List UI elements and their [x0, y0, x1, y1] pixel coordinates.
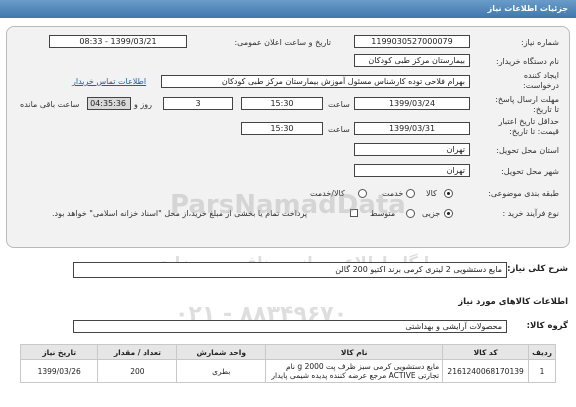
deadline-time-field[interactable]: 15:30	[241, 97, 323, 110]
goods-group-field[interactable]: محصولات آرایشی و بهداشتی	[73, 320, 507, 333]
remaining-label: ساعت باقی مانده	[20, 100, 80, 109]
process-label: نوع فرآیند خرید :	[502, 209, 559, 218]
process-minor-radio[interactable]	[444, 209, 453, 218]
page-title: جزئیات اطلاعات نیاز	[487, 4, 568, 13]
city-field[interactable]: تهران	[354, 164, 470, 177]
process-medium-label: متوسط	[370, 209, 396, 218]
summary-label: شرح کلی نیاز:	[507, 264, 568, 274]
treasury-checkbox[interactable]	[350, 209, 358, 217]
category-goods-service-label: کالا/خدمت	[310, 189, 345, 198]
validity-time-field[interactable]: 15:30	[241, 122, 323, 135]
table-header-row: ردیف کد کالا نام کالا واحد شمارش تعداد /…	[19, 344, 556, 360]
deadline-label: مهلت ارسال پاسخ: تا تاریخ:	[495, 95, 559, 114]
days-field[interactable]: 3	[163, 97, 233, 110]
category-label: طبقه بندی موضوعی:	[488, 189, 559, 198]
announce-label: تاریخ و ساعت اعلان عمومی:	[234, 38, 331, 47]
creator-field[interactable]: بهرام فلاحی توده کارشناس مسئول آموزش بیم…	[161, 75, 470, 88]
announce-field[interactable]: 1399/03/21 - 08:33	[49, 35, 187, 48]
validity-time-label: ساعت	[328, 125, 350, 134]
goods-info-title: اطلاعات کالاهای مورد نیاز	[458, 297, 568, 307]
validity-date-field[interactable]: 1399/03/31	[354, 122, 470, 135]
col-code: کد کالا	[442, 344, 530, 360]
province-field[interactable]: تهران	[354, 143, 470, 156]
buyer-contact-link[interactable]: اطلاعات تماس خریدار	[72, 77, 146, 86]
deadline-date-field[interactable]: 1399/03/24	[354, 97, 470, 110]
category-service-radio[interactable]	[406, 189, 415, 198]
category-goods-label: کالا	[426, 189, 437, 198]
cell-row: 1	[528, 359, 556, 383]
table-row[interactable]: 1 2161240068170139 مایع دستشویی کرمی سبز…	[19, 359, 556, 383]
category-goods-radio[interactable]	[444, 189, 453, 198]
items-table: ردیف کد کالا نام کالا واحد شمارش تعداد /…	[19, 344, 556, 383]
city-label: شهر محل تحویل:	[501, 167, 559, 176]
validity-label: حداقل تاریخ اعتبار قیمت: تا تاریخ:	[498, 117, 559, 136]
cell-unit: بطری	[176, 359, 267, 383]
process-minor-label: جزیی	[422, 209, 441, 218]
buyer-field[interactable]: بیمارستان مرکز طبی کودکان	[354, 54, 470, 67]
category-goods-service-radio[interactable]	[358, 189, 367, 198]
cell-date: 1399/03/26	[19, 359, 99, 383]
need-number-field[interactable]: 1199030527000079	[354, 35, 470, 48]
summary-field[interactable]: مایع دستشویی 2 لیتری کرمی برند اکتیو 200…	[73, 262, 507, 278]
province-label: استان محل تحویل:	[496, 146, 559, 155]
page-header: جزئیات اطلاعات نیاز	[0, 0, 576, 18]
need-number-label: شماره نیاز:	[521, 38, 559, 47]
cell-code: 2161240068170139	[442, 359, 530, 383]
cell-name: مایع دستشویی کرمی سبز ظرف پت 2000 g نام …	[265, 359, 444, 383]
process-medium-radio[interactable]	[406, 209, 415, 218]
remaining-time-field: 04:35:36	[87, 97, 131, 110]
col-date: تاریخ نیاز	[19, 344, 99, 360]
creator-label: ایجاد کننده درخواست:	[523, 71, 559, 90]
col-row: ردیف	[528, 344, 556, 360]
buyer-label: نام دستگاه خریدار:	[496, 57, 559, 66]
goods-group-label: گروه کالا:	[526, 321, 568, 331]
days-label: روز و	[134, 100, 152, 109]
cell-qty: 200	[97, 359, 178, 383]
deadline-time-label: ساعت	[328, 100, 350, 109]
col-unit: واحد شمارش	[176, 344, 267, 360]
col-qty: تعداد / مقدار	[97, 344, 178, 360]
category-service-label: خدمت	[382, 189, 404, 198]
payment-note: پرداخت تمام یا بخشی از مبلغ خرید،از محل …	[52, 209, 308, 218]
col-name: نام کالا	[265, 344, 444, 360]
